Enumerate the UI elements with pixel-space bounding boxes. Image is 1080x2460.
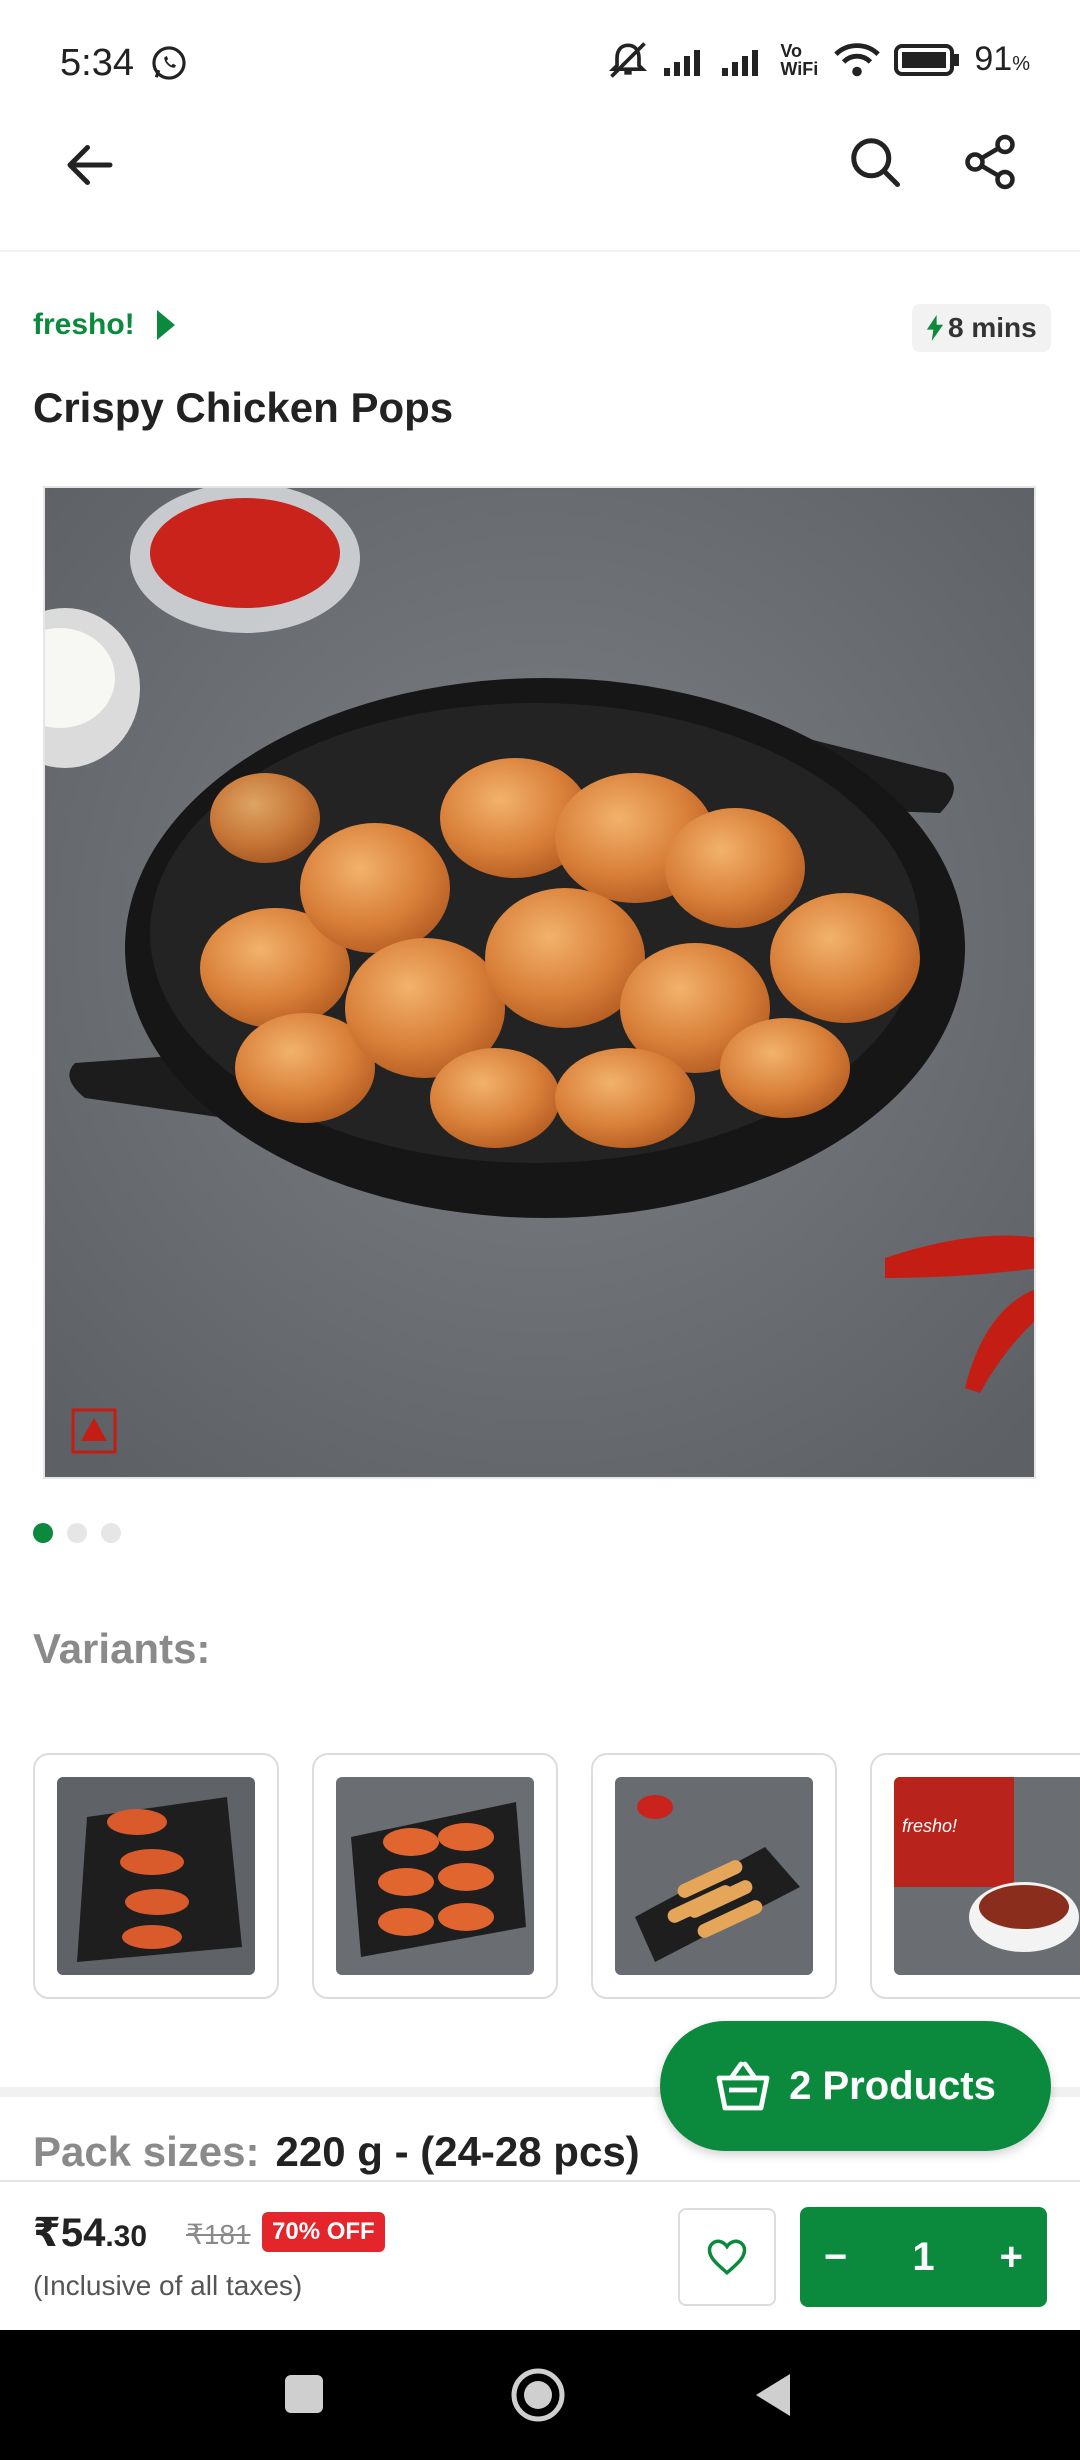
svg-text:fresho!: fresho! — [902, 1816, 957, 1836]
whatsapp-icon — [152, 46, 186, 80]
heart-icon — [707, 2239, 747, 2276]
pack-size-value: 220 g - (24-28 pcs) — [275, 2128, 640, 2175]
quantity-stepper: − 1 + — [800, 2207, 1047, 2307]
product-image[interactable] — [43, 486, 1036, 1479]
wishlist-button[interactable] — [678, 2208, 776, 2306]
discount-badge: 70% OFF — [262, 2212, 385, 2252]
status-time: 5:34 — [60, 42, 134, 84]
battery-level: 91% — [974, 40, 1030, 78]
brand-link[interactable]: fresho! — [33, 308, 175, 342]
product-photo — [45, 488, 1034, 1477]
mrp-price: ₹181 — [186, 2219, 251, 2250]
battery-icon — [894, 43, 960, 76]
tax-note: (Inclusive of all taxes) — [33, 2270, 303, 2301]
non-veg-mark-icon — [71, 1408, 117, 1454]
product-title: Crispy Chicken Pops — [33, 384, 454, 431]
pager-dot-1[interactable] — [33, 1523, 53, 1543]
back-arrow-icon[interactable] — [60, 135, 120, 195]
pack-size-label: Pack sizes: — [33, 2128, 260, 2175]
delivery-eta-badge: 8 mins — [912, 304, 1051, 352]
mute-icon — [609, 41, 648, 78]
variant-thumb-3 — [615, 1777, 813, 1975]
variant-thumb-1 — [57, 1777, 255, 1975]
status-icons: Vo WiFi 91% — [606, 40, 1030, 79]
selling-price: ₹54.30 — [33, 2211, 148, 2255]
variant-card-4[interactable]: fresho! — [870, 1753, 1080, 1999]
pack-size-row[interactable]: Pack sizes: 220 g - (24-28 pcs) — [33, 2128, 640, 2176]
eta-text: 8 mins — [948, 312, 1037, 343]
search-icon[interactable] — [845, 132, 905, 192]
app-header — [0, 120, 1080, 252]
vowifi-label: Vo WiFi — [780, 40, 819, 79]
basket-icon — [716, 2061, 770, 2111]
variant-card-3[interactable] — [591, 1753, 837, 1999]
variant-thumb-4: fresho! — [894, 1777, 1080, 1975]
variants-heading: Variants: — [33, 1625, 211, 1672]
wifi-icon — [834, 42, 881, 76]
variant-thumb-2 — [336, 1777, 534, 1975]
system-back-button[interactable] — [752, 2372, 792, 2418]
status-bar: 5:34 Vo WiFi 91% — [0, 0, 1080, 120]
signal-icon-2 — [722, 49, 759, 76]
variant-card-2[interactable] — [312, 1753, 558, 1999]
share-icon[interactable] — [960, 132, 1020, 192]
variant-list: fresho! — [33, 1753, 1080, 1999]
increment-button[interactable]: + — [1000, 2235, 1023, 2280]
decrement-button[interactable]: − — [824, 2235, 847, 2280]
pager-dot-2[interactable] — [67, 1523, 87, 1543]
quantity-value: 1 — [912, 2234, 935, 2279]
home-button[interactable] — [511, 2368, 565, 2422]
chevron-right-icon — [156, 310, 175, 340]
variant-card-1[interactable] — [33, 1753, 279, 1999]
cart-button[interactable]: 2 Products — [660, 2021, 1051, 2151]
recents-button[interactable] — [285, 2375, 323, 2413]
lightning-icon — [926, 315, 944, 341]
image-pager — [33, 1523, 121, 1543]
pager-dot-3[interactable] — [101, 1523, 121, 1543]
signal-icon-1 — [664, 49, 701, 76]
cart-count-label: 2 Products — [789, 2063, 996, 2108]
brand-name: fresho! — [33, 308, 135, 341]
